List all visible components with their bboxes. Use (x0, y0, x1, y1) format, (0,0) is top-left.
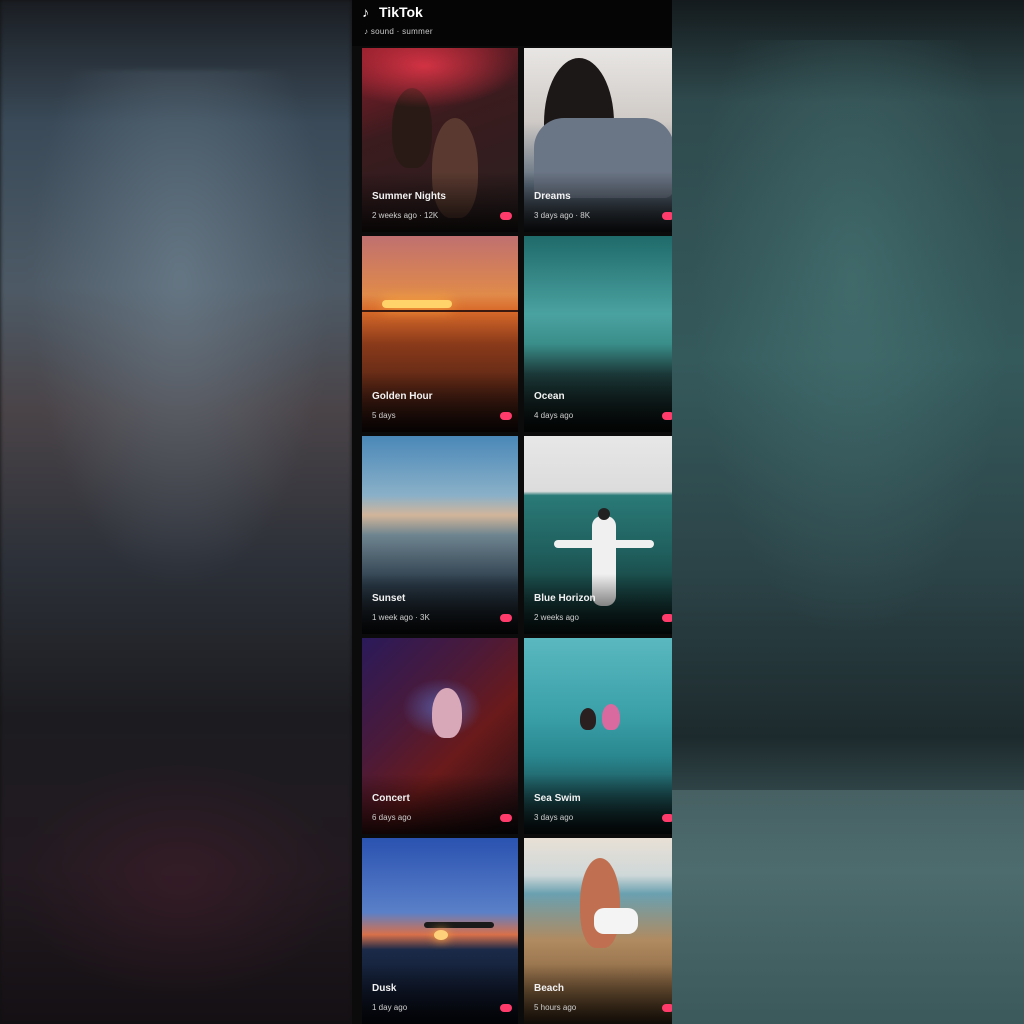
card-title: Sunset (372, 593, 406, 604)
background-left (0, 0, 352, 1024)
light-glow (362, 48, 518, 108)
card-meta: 1 day ago (372, 1003, 408, 1012)
horizon-line (362, 310, 518, 312)
video-card[interactable]: Blue Horizon 2 weeks ago (524, 436, 672, 634)
heart-icon[interactable] (662, 614, 672, 622)
heart-icon[interactable] (662, 212, 672, 220)
video-card[interactable]: Sunset 1 week ago · 3K (362, 436, 518, 634)
phone-screen: ♪ TikTok ♪ sound · summer Summer Nights 2… (352, 0, 672, 1024)
video-card[interactable]: Dreams 3 days ago · 8K (524, 48, 672, 232)
video-card[interactable]: Summer Nights 2 weeks ago · 12K (362, 48, 518, 232)
music-note-icon: ♪ (362, 4, 369, 20)
card-meta: 5 hours ago (534, 1003, 577, 1012)
app-title: TikTok (379, 4, 423, 20)
island-silhouette (424, 922, 494, 928)
card-shade (524, 574, 672, 634)
card-shade (362, 172, 518, 232)
heart-icon[interactable] (662, 1004, 672, 1012)
head (598, 508, 610, 520)
person-figure (432, 688, 462, 738)
card-title: Dusk (372, 983, 397, 994)
sun-glow (382, 300, 452, 308)
background-glow (20, 760, 340, 1000)
heart-icon[interactable] (500, 412, 512, 420)
clothing (594, 908, 638, 934)
card-title: Beach (534, 983, 565, 994)
background-glow (692, 40, 1012, 640)
card-shade (362, 372, 518, 432)
heart-icon[interactable] (500, 614, 512, 622)
heart-icon[interactable] (500, 814, 512, 822)
card-meta: 3 days ago · 8K (534, 211, 591, 220)
card-meta: 4 days ago (534, 411, 574, 420)
card-title: Sea Swim (534, 793, 581, 804)
card-shade (362, 774, 518, 834)
card-meta: 2 weeks ago · 12K (372, 211, 439, 220)
background-right (672, 0, 1024, 1024)
heart-icon[interactable] (500, 1004, 512, 1012)
video-card[interactable]: Golden Hour 5 days (362, 236, 518, 432)
person-figure (580, 708, 596, 730)
card-title: Dreams (534, 191, 571, 202)
heart-icon[interactable] (662, 814, 672, 822)
card-shade (524, 372, 672, 432)
video-card[interactable]: Concert 6 days ago (362, 638, 518, 834)
video-card[interactable]: Ocean 4 days ago (524, 236, 672, 432)
heart-icon[interactable] (500, 212, 512, 220)
app-subtitle: ♪ sound · summer (364, 27, 433, 36)
heart-icon[interactable] (662, 412, 672, 420)
video-card[interactable]: Dusk 1 day ago (362, 838, 518, 1024)
video-card[interactable]: Sea Swim 3 days ago (524, 638, 672, 834)
arms (554, 540, 654, 548)
app-logo[interactable]: ♪ TikTok (362, 4, 423, 20)
card-meta: 3 days ago (534, 813, 574, 822)
card-shade (524, 964, 672, 1024)
card-title: Blue Horizon (534, 593, 596, 604)
card-shade (362, 574, 518, 634)
background-glow (672, 790, 1024, 1024)
background-glow (30, 70, 330, 590)
video-card[interactable]: Beach 5 hours ago (524, 838, 672, 1024)
card-shade (362, 964, 518, 1024)
card-meta: 5 days (372, 411, 396, 420)
card-meta: 1 week ago · 3K (372, 613, 430, 622)
card-title: Summer Nights (372, 191, 446, 202)
card-meta: 6 days ago (372, 813, 412, 822)
top-bar: ♪ TikTok ♪ sound · summer (352, 0, 672, 46)
card-title: Concert (372, 793, 410, 804)
card-meta: 2 weeks ago (534, 613, 579, 622)
sun-glow (434, 930, 448, 940)
card-shade (524, 172, 672, 232)
person-figure (602, 704, 620, 730)
person-figure (580, 858, 620, 948)
card-title: Golden Hour (372, 391, 433, 402)
card-title: Ocean (534, 391, 565, 402)
card-shade (524, 774, 672, 834)
